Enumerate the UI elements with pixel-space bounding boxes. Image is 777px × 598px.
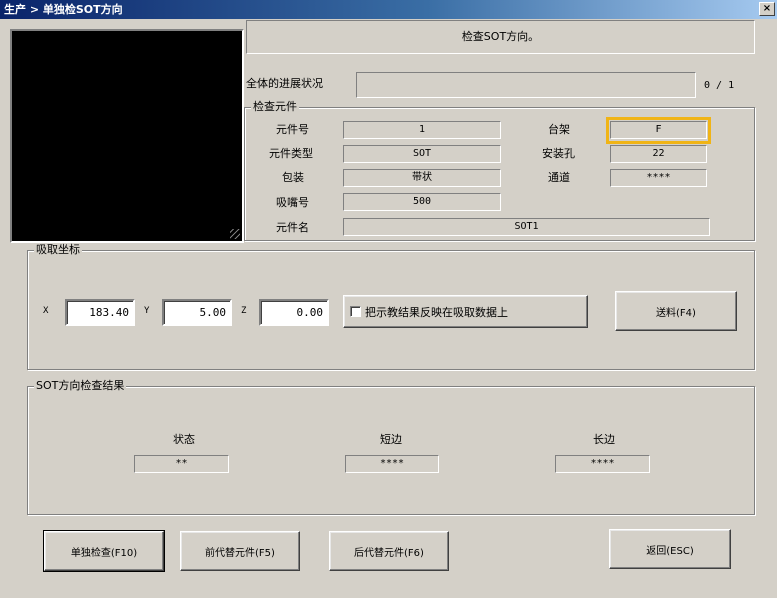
window-title: 生产 > 单独检SOT方向 xyxy=(4,3,123,16)
message-box: 检查SOT方向。 xyxy=(246,20,755,54)
title-bar: 生产 > 单独检SOT方向 × xyxy=(0,0,777,19)
part-no-value: 1 xyxy=(343,121,501,139)
package-value: 带状 xyxy=(343,169,501,187)
sot-result-group-title: SOT方向检查结果 xyxy=(34,379,127,393)
progress-label: 全体的进展状况 xyxy=(246,77,323,90)
reflect-teach-label: 把示教结果反映在吸取数据上 xyxy=(365,305,508,319)
back-button[interactable]: 返回(ESC) xyxy=(609,529,731,569)
y-label: Y xyxy=(144,306,150,316)
status-label: 状态 xyxy=(173,433,195,446)
single-check-button[interactable]: 单独检查(F10) xyxy=(43,530,165,572)
close-icon: × xyxy=(762,3,772,14)
mount-hole-value: 22 xyxy=(610,145,707,163)
progress-bar xyxy=(356,72,696,98)
part-no-label: 元件号 xyxy=(276,123,309,136)
reflect-teach-toggle[interactable]: 把示教结果反映在吸取数据上 xyxy=(343,295,588,328)
pick-coordinates-group-title: 吸取坐标 xyxy=(34,243,82,257)
feed-button[interactable]: 送料(F4) xyxy=(615,291,737,331)
status-value: ** xyxy=(134,455,229,473)
progress-count: 0 / 1 xyxy=(704,80,735,91)
rack-label: 台架 xyxy=(548,123,570,136)
long-side-value: **** xyxy=(555,455,650,473)
nozzle-label: 吸嘴号 xyxy=(276,196,309,209)
short-side-value: **** xyxy=(345,455,439,473)
part-name-value: SOT1 xyxy=(343,218,710,236)
mount-hole-label: 安装孔 xyxy=(542,147,575,160)
close-button[interactable]: × xyxy=(759,2,775,16)
x-input[interactable]: 183.40 xyxy=(65,299,135,326)
channel-value: **** xyxy=(610,169,707,187)
y-input[interactable]: 5.00 xyxy=(162,299,232,326)
nozzle-value: 500 xyxy=(343,193,501,211)
camera-view xyxy=(10,29,244,243)
rack-highlight xyxy=(606,117,711,144)
package-label: 包装 xyxy=(282,171,304,184)
x-label: X xyxy=(43,306,49,316)
part-type-label: 元件类型 xyxy=(269,147,313,160)
reflect-teach-checkbox[interactable] xyxy=(350,306,361,317)
resize-grip-icon[interactable] xyxy=(230,229,240,239)
prev-alternate-part-button[interactable]: 前代替元件(F5) xyxy=(180,531,300,571)
long-side-label: 长边 xyxy=(593,433,615,446)
sot-result-group: SOT方向检查结果 xyxy=(27,379,755,515)
part-name-label: 元件名 xyxy=(276,221,309,234)
inspect-part-group-title: 检查元件 xyxy=(251,100,299,114)
next-alternate-part-button[interactable]: 后代替元件(F6) xyxy=(329,531,449,571)
short-side-label: 短边 xyxy=(380,433,402,446)
part-type-value: SOT xyxy=(343,145,501,163)
channel-label: 通道 xyxy=(548,171,570,184)
z-input[interactable]: 0.00 xyxy=(259,299,329,326)
z-label: Z xyxy=(241,306,247,316)
